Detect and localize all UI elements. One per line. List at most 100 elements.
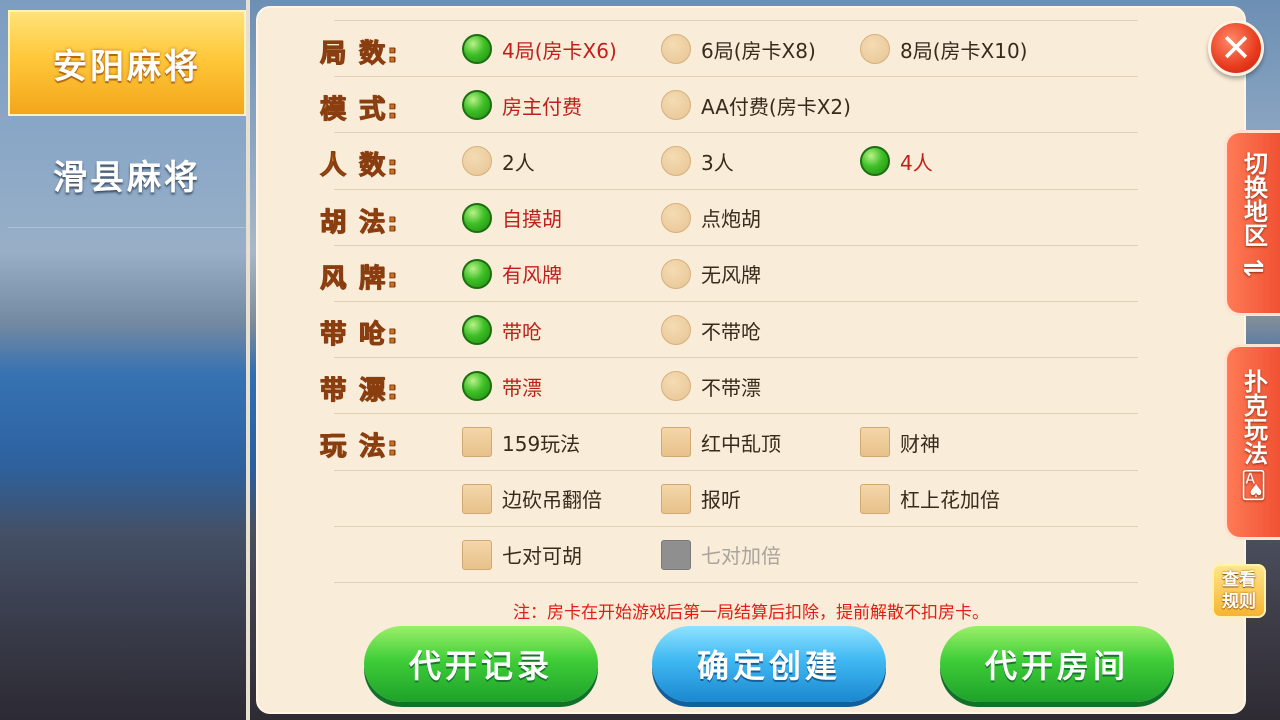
radio-selected-icon[interactable]: [462, 371, 492, 402]
option-row-label: 胡 法:: [320, 207, 400, 238]
option-row-label: 人 数:: [320, 151, 400, 182]
radio-option[interactable]: 无风牌: [661, 258, 761, 289]
checkbox-option[interactable]: 边砍吊翻倍: [462, 483, 602, 514]
option-label: 6局(房卡X8): [701, 38, 816, 63]
option-label: 3人: [701, 150, 734, 175]
option-label: 2人: [502, 150, 535, 175]
option-label: AA付费(房卡X2): [701, 94, 851, 119]
option-label: 边砍吊翻倍: [502, 488, 602, 513]
option-label: 带呛: [502, 319, 542, 344]
option-row: 七对可胡 七对加倍: [334, 525, 1138, 582]
radio-option[interactable]: 8局(房卡X10): [860, 34, 1027, 64]
option-row-label: 模 式:: [320, 95, 400, 126]
option-label: 七对加倍: [701, 544, 781, 569]
option-row: 玩 法: 159玩法 红中乱顶 财神: [320, 413, 1138, 469]
radio-option[interactable]: 不带漂: [661, 371, 761, 402]
radio-empty-icon[interactable]: [661, 202, 691, 233]
radio-option[interactable]: 有风牌: [462, 258, 562, 289]
view-rules-button[interactable]: 查看 规则: [1212, 564, 1266, 618]
radio-empty-icon[interactable]: [661, 34, 691, 64]
radio-selected-icon[interactable]: [462, 90, 492, 121]
proxy-room-button[interactable]: 代开房间: [940, 626, 1174, 702]
option-row-label: 风 牌:: [320, 263, 400, 294]
radio-selected-icon[interactable]: [860, 146, 890, 177]
confirm-create-button[interactable]: 确定创建: [652, 626, 886, 702]
checkbox-empty-icon[interactable]: [462, 427, 492, 458]
radio-option[interactable]: 6局(房卡X8): [661, 34, 816, 64]
radio-selected-icon[interactable]: [462, 258, 492, 289]
option-label: 不带呛: [701, 319, 761, 344]
radio-option[interactable]: 带呛: [462, 315, 542, 345]
radio-option[interactable]: 4人: [860, 146, 933, 177]
poker-play-label: 扑克玩法: [1239, 369, 1268, 465]
option-label: 报听: [701, 488, 741, 513]
radio-empty-icon[interactable]: [860, 34, 890, 64]
radio-empty-icon[interactable]: [661, 371, 691, 402]
checkbox-empty-icon[interactable]: [860, 427, 890, 458]
view-rules-line2: 规则: [1222, 592, 1256, 612]
radio-option[interactable]: 点炮胡: [661, 202, 761, 233]
option-label: 财神: [900, 431, 940, 456]
option-label: 4局(房卡X6): [502, 38, 617, 63]
option-label: 无风牌: [701, 263, 761, 288]
checkbox-empty-icon[interactable]: [661, 483, 691, 514]
checkbox-option[interactable]: 七对可胡: [462, 539, 582, 570]
room-card-note: 注：房卡在开始游戏后第一局结算后扣除，提前解散不扣房卡。: [513, 603, 989, 623]
row-divider: [334, 582, 1138, 583]
checkbox-empty-icon[interactable]: [860, 483, 890, 514]
create-room-panel: 局 数: 4局(房卡X6) 6局(房卡X8) 8局(房卡X10) 模 式: 房主付费 AA付…: [256, 6, 1246, 714]
radio-option[interactable]: 带漂: [462, 371, 542, 402]
radio-empty-icon[interactable]: [661, 315, 691, 345]
view-rules-line1: 查看: [1222, 570, 1256, 590]
proxy-record-button[interactable]: 代开记录: [364, 626, 598, 702]
radio-option[interactable]: 3人: [661, 146, 734, 177]
radio-empty-icon[interactable]: [462, 146, 492, 177]
close-icon[interactable]: ✕: [1208, 20, 1264, 76]
tab-anyang-mahjong[interactable]: 安阳麻将: [8, 10, 246, 116]
radio-option[interactable]: 4局(房卡X6): [462, 34, 617, 64]
checkbox-option[interactable]: 财神: [860, 427, 940, 458]
option-label: 红中乱顶: [701, 431, 781, 456]
checkbox-empty-icon[interactable]: [462, 483, 492, 514]
option-row: 模 式: 房主付费 AA付费(房卡X2): [320, 76, 1138, 132]
option-label: 159玩法: [502, 431, 581, 456]
checkbox-option[interactable]: 杠上花加倍: [860, 483, 1000, 514]
radio-option[interactable]: 2人: [462, 146, 535, 177]
radio-empty-icon[interactable]: [661, 258, 691, 289]
option-row: 边砍吊翻倍 报听 杠上花加倍: [334, 469, 1138, 526]
radio-empty-icon[interactable]: [661, 146, 691, 177]
radio-option[interactable]: AA付费(房卡X2): [661, 90, 851, 121]
option-row: 局 数: 4局(房卡X6) 6局(房卡X8) 8局(房卡X10): [320, 20, 1138, 76]
radio-selected-icon[interactable]: [462, 34, 492, 64]
checkbox-option[interactable]: 159玩法: [462, 427, 581, 458]
radio-selected-icon[interactable]: [462, 315, 492, 345]
option-row-label: 带 呛:: [320, 320, 400, 351]
option-label: 点炮胡: [701, 207, 761, 232]
radio-option[interactable]: 不带呛: [661, 315, 761, 345]
checkbox-option[interactable]: 报听: [661, 483, 741, 514]
poker-play-tab[interactable]: 扑克玩法 🂡: [1224, 344, 1280, 540]
option-label: 有风牌: [502, 263, 562, 288]
swap-arrows-icon: ⇌: [1242, 253, 1265, 283]
option-row: 人 数: 2人 3人 4人: [320, 132, 1138, 188]
checkbox-disabled-icon: [661, 539, 691, 570]
option-label: 带漂: [502, 375, 542, 400]
option-row: 胡 法: 自摸胡 点炮胡: [320, 188, 1138, 245]
option-row: 风 牌: 有风牌 无风牌: [320, 244, 1138, 301]
option-label: 房主付费: [502, 94, 582, 119]
option-label: 8局(房卡X10): [900, 38, 1028, 63]
option-label: 4人: [900, 150, 933, 175]
radio-selected-icon[interactable]: [462, 202, 492, 233]
tab-huaxian-mahjong[interactable]: 滑县麻将: [8, 122, 246, 228]
radio-option[interactable]: 房主付费: [462, 90, 582, 121]
checkbox-option: 七对加倍: [661, 539, 781, 570]
radio-option[interactable]: 自摸胡: [462, 202, 562, 233]
switch-region-tab[interactable]: 切换地区 ⇌: [1224, 130, 1280, 316]
radio-empty-icon[interactable]: [661, 90, 691, 121]
option-row: 带 漂: 带漂 不带漂: [320, 357, 1138, 413]
checkbox-empty-icon[interactable]: [462, 539, 492, 570]
option-row-label: 玩 法:: [320, 432, 400, 463]
checkbox-empty-icon[interactable]: [661, 427, 691, 458]
switch-region-label: 切换地区: [1239, 151, 1268, 247]
checkbox-option[interactable]: 红中乱顶: [661, 427, 781, 458]
